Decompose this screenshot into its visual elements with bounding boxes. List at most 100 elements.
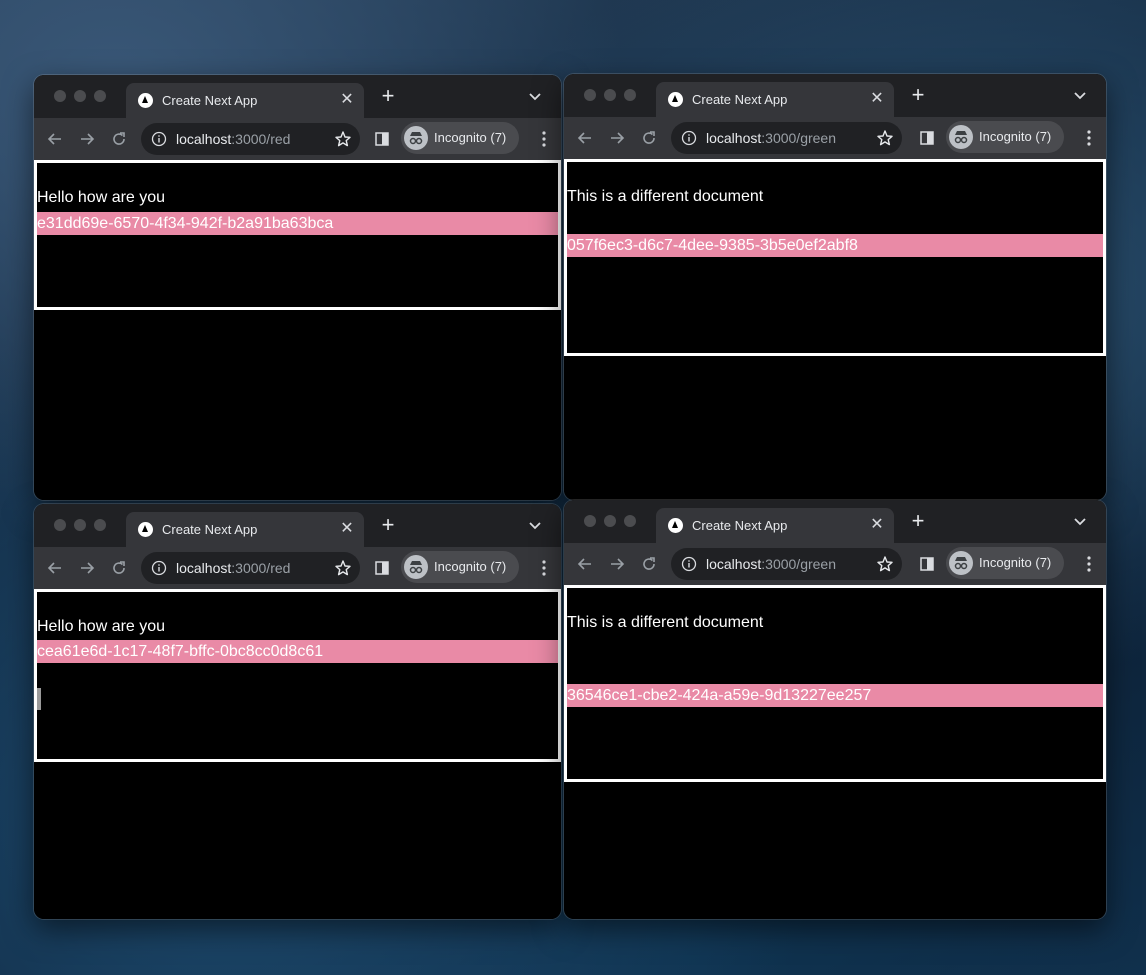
info-icon[interactable] [681,130,697,146]
page-heading: Hello how are you [37,189,166,206]
arrow-left-icon[interactable] [573,552,597,576]
url-text: localhost:3000/red [176,560,290,576]
incognito-label: Incognito (7) [434,559,507,574]
tab-strip: Create Next App ✕ + [564,500,1106,543]
incognito-icon [949,551,973,575]
side-panel-icon[interactable] [919,556,935,572]
arrow-left-icon[interactable] [573,126,597,150]
plus-icon[interactable]: + [377,85,399,107]
close-window-button[interactable] [54,519,66,531]
arrow-left-icon[interactable] [43,127,67,151]
url-text: localhost:3000/green [706,556,836,572]
chevron-down-icon[interactable] [1072,87,1088,103]
traffic-lights [584,89,636,101]
info-icon[interactable] [151,560,167,576]
close-icon[interactable]: ✕ [338,520,356,538]
url-path: :3000/green [761,130,836,146]
page-viewport: This is a different document 057f6ec3-d6… [564,159,1106,500]
close-icon[interactable]: ✕ [868,516,886,534]
nextjs-triangle-icon [668,92,683,107]
reload-icon[interactable] [107,127,131,151]
browser-window-3: Create Next App ✕ + localhost:3000/red I… [34,504,561,919]
arrow-left-icon[interactable] [43,556,67,580]
minimize-window-button[interactable] [604,515,616,527]
minimize-window-button[interactable] [604,89,616,101]
chevron-down-icon[interactable] [527,517,543,533]
arrow-right-icon[interactable] [75,127,99,151]
side-panel-icon[interactable] [374,131,390,147]
nextjs-triangle-icon [668,518,683,533]
page-heading: This is a different document [567,614,764,631]
side-panel-icon[interactable] [919,130,935,146]
side-panel-icon[interactable] [374,560,390,576]
incognito-profile-button[interactable]: Incognito (7) [946,547,1064,579]
browser-window-4: Create Next App ✕ + localhost:3000/green [564,500,1106,919]
zoom-window-button[interactable] [94,90,106,102]
reload-icon[interactable] [107,556,131,580]
kebab-menu-icon[interactable] [1086,555,1092,573]
nextjs-triangle-icon [138,93,153,108]
star-icon[interactable] [876,129,894,147]
toolbar: localhost:3000/red Incognito (7) [34,118,561,160]
kebab-menu-icon[interactable] [541,559,547,577]
reload-icon[interactable] [637,126,661,150]
incognito-profile-button[interactable]: Incognito (7) [401,122,519,154]
kebab-menu-icon[interactable] [1086,129,1092,147]
page-content-box: This is a different document 057f6ec3-d6… [564,159,1106,356]
reload-icon[interactable] [637,552,661,576]
arrow-right-icon[interactable] [605,126,629,150]
close-window-button[interactable] [584,515,596,527]
star-icon[interactable] [334,130,352,148]
tab-title: Create Next App [692,518,788,533]
zoom-window-button[interactable] [624,515,636,527]
minimize-window-button[interactable] [74,519,86,531]
url-host: localhost [706,556,762,572]
chevron-down-icon[interactable] [527,88,543,104]
plus-icon[interactable]: + [907,84,929,106]
tab-active[interactable]: Create Next App ✕ [126,83,364,118]
incognito-label: Incognito (7) [434,130,507,145]
tab-active[interactable]: Create Next App ✕ [656,508,894,543]
tab-active[interactable]: Create Next App ✕ [656,82,894,117]
plus-icon[interactable]: + [377,514,399,536]
url-host: localhost [176,131,232,147]
star-icon[interactable] [334,559,352,577]
plus-icon[interactable]: + [907,510,929,532]
incognito-label: Incognito (7) [979,555,1052,570]
arrow-right-icon[interactable] [605,552,629,576]
star-icon[interactable] [876,555,894,573]
info-icon[interactable] [151,131,167,147]
chevron-down-icon[interactable] [1072,513,1088,529]
traffic-lights [54,90,106,102]
toolbar: localhost:3000/red Incognito (7) [34,547,561,589]
traffic-lights [584,515,636,527]
tab-title: Create Next App [162,522,258,537]
zoom-window-button[interactable] [624,89,636,101]
zoom-window-button[interactable] [94,519,106,531]
page-viewport: Hello how are you cea61e6d-1c17-48f7-bff… [34,589,561,919]
kebab-menu-icon[interactable] [541,130,547,148]
address-bar[interactable]: localhost:3000/green [671,122,902,154]
info-icon[interactable] [681,556,697,572]
close-window-button[interactable] [54,90,66,102]
minimize-window-button[interactable] [74,90,86,102]
arrow-right-icon[interactable] [75,556,99,580]
page-heading: Hello how are you [37,618,166,635]
address-bar[interactable]: localhost:3000/red [141,552,360,584]
url-path: :3000/red [231,560,291,576]
address-bar[interactable]: localhost:3000/red [141,123,360,155]
uuid-label: 36546ce1-cbe2-424a-a59e-9d13227ee257 [567,684,1103,707]
close-icon[interactable]: ✕ [338,91,356,109]
close-window-button[interactable] [584,89,596,101]
address-bar[interactable]: localhost:3000/green [671,548,902,580]
url-host: localhost [706,130,762,146]
browser-window-1: Create Next App ✕ + localhost:3000/red I… [34,75,561,500]
close-icon[interactable]: ✕ [868,90,886,108]
incognito-profile-button[interactable]: Incognito (7) [401,551,519,583]
incognito-label: Incognito (7) [979,129,1052,144]
page-content-box: Hello how are you cea61e6d-1c17-48f7-bff… [34,589,561,762]
tab-strip: Create Next App ✕ + [34,504,561,547]
url-path: :3000/green [761,556,836,572]
tab-active[interactable]: Create Next App ✕ [126,512,364,547]
incognito-profile-button[interactable]: Incognito (7) [946,121,1064,153]
